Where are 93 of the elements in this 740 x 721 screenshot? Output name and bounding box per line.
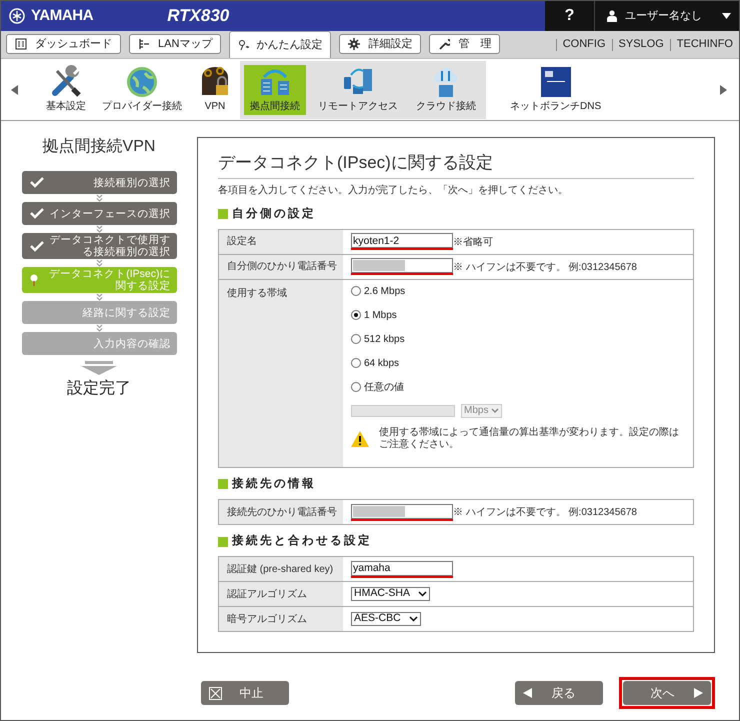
close-icon [209,686,222,700]
checkmark-icon [30,208,44,219]
menu-item[interactable]: 基本設定 [40,58,92,120]
field-label: 設定名 [219,230,343,254]
gear-icon [348,38,360,50]
nav-tab[interactable]: かんたん設定 [229,31,332,58]
user-menu[interactable]: ユーザー名なし [595,1,739,31]
cancel-button[interactable]: 中止 [201,681,289,705]
section-heading: 接続先の情報 [232,476,316,492]
wrench-icon [438,38,450,50]
field-label: 使用する帯域 [219,280,343,467]
triangle-right-icon [694,688,703,698]
radio-option[interactable]: 1 Mbps [351,308,685,323]
menu-item[interactable]: プロバイダー接続 [96,58,188,120]
dropdown[interactable]: HMAC-SHA [351,587,430,602]
input-field[interactable] [351,504,453,518]
completion-label: 設定完了 [67,378,131,399]
form-title: データコネクト(IPsec)に関する設定 [218,150,694,178]
field-label: 暗号アルゴリズム [219,607,343,632]
nav-tab[interactable]: 詳細設定 [339,34,422,54]
radio-button[interactable] [351,334,361,344]
nav-tab[interactable]: ダッシュボード [6,34,121,54]
field-note: ※ ハイフンは不要です。 例:0312345678 [453,260,637,275]
chevron-down-icon [96,194,102,202]
chevron-down-icon [408,616,418,622]
model-name: RTX830 [167,5,230,28]
pin-icon [30,274,38,286]
field-note: ※省略可 [453,236,493,250]
radio-button[interactable] [351,286,361,296]
menu-item[interactable]: クラウド接続 [410,60,482,118]
menu-item[interactable]: リモートアクセス [312,60,404,118]
chevron-down-icon [96,259,102,267]
header-link[interactable]: SYSLOG [618,36,664,53]
input-field[interactable]: yamaha [351,560,453,576]
menu-item[interactable]: ネットボランチDNS [504,58,608,120]
wizard-step: データコネクト(IPsec)に関する設定 [22,267,176,293]
scroll-right-icon[interactable] [720,84,727,94]
radio-option[interactable]: 任意の値 [351,380,685,395]
chevron-down-icon [96,293,102,301]
warning-text: 使用する帯域によって通信量の算出基準が変わります。設定の際はご注意ください。 [379,426,679,451]
logo-text: YAMAHA [31,6,94,26]
section-marker-icon [218,536,228,547]
field-label: 自分側のひかり電話番号 [219,254,343,279]
dropdown[interactable]: AES-CBC [351,612,421,626]
triangle-left-icon [523,688,532,698]
field-label: 接続先のひかり電話番号 [219,500,343,524]
wizard-step: 入力内容の確認 [22,332,176,355]
menu-item[interactable]: VPN [192,58,238,120]
menu-item[interactable]: 拠点間接続 [244,64,306,114]
radio-button[interactable] [351,358,361,368]
radio-option[interactable]: 512 kbps [351,332,685,347]
warning-icon [351,430,369,447]
next-button[interactable]: 次へ [623,681,711,705]
dropdown-caret-icon [722,13,731,19]
nav-tab[interactable]: 管 理 [429,34,500,54]
radio-button[interactable] [351,382,361,392]
grid-icon [15,38,27,50]
tools-icon [49,65,83,99]
scroll-left-icon[interactable] [11,84,18,94]
checkmark-icon [30,177,44,188]
user-icon [607,10,617,22]
input-field[interactable] [351,258,453,274]
radio-option[interactable]: 64 kbps [351,356,685,371]
radio-option[interactable]: 2.6 Mbps [351,284,685,299]
chevron-down-icon [491,408,500,414]
wizard-step: 接続種別の選択 [22,171,176,194]
field-note: ※ ハイフンは不要です。 例:0312345678 [453,506,637,520]
chevron-down-icon [418,591,428,598]
user-name: ユーザー名なし [625,8,703,24]
wizard-title: 拠点間接続VPN [42,136,156,157]
field-label: 認証鍵 (pre-shared key) [219,557,343,582]
field-label: 認証アルゴリズム [219,582,343,606]
back-button[interactable]: 戻る [515,681,603,705]
wizard-step: 経路に関する設定 [22,301,176,324]
ddns-badge-icon [538,65,573,99]
radio-button[interactable] [351,310,361,320]
header-link[interactable]: CONFIG [562,36,606,53]
section-marker-icon [218,209,228,220]
network-tree-icon [138,38,150,50]
nav-tab[interactable]: LANマップ [129,34,222,54]
section-heading: 自分側の設定 [232,206,316,222]
globe-icon [125,65,159,99]
instruction-text: 各項目を入力してください。入力が完了したら、「次へ」を押してください。 [218,184,569,198]
wizard-step: インターフェースの選択 [22,202,176,225]
wizard-step: データコネクトで使用する接続種別の選択 [22,233,176,259]
checkmark-icon [30,240,44,252]
header-link[interactable]: TECHINFO [676,36,733,53]
section-heading: 接続先と合わせる設定 [232,533,372,549]
section-marker-icon [218,479,228,490]
down-arrow-icon [81,361,117,375]
chevron-down-icon [96,225,102,233]
input-field[interactable]: kyoten1-2 [351,233,453,248]
chevron-down-icon [96,324,102,332]
